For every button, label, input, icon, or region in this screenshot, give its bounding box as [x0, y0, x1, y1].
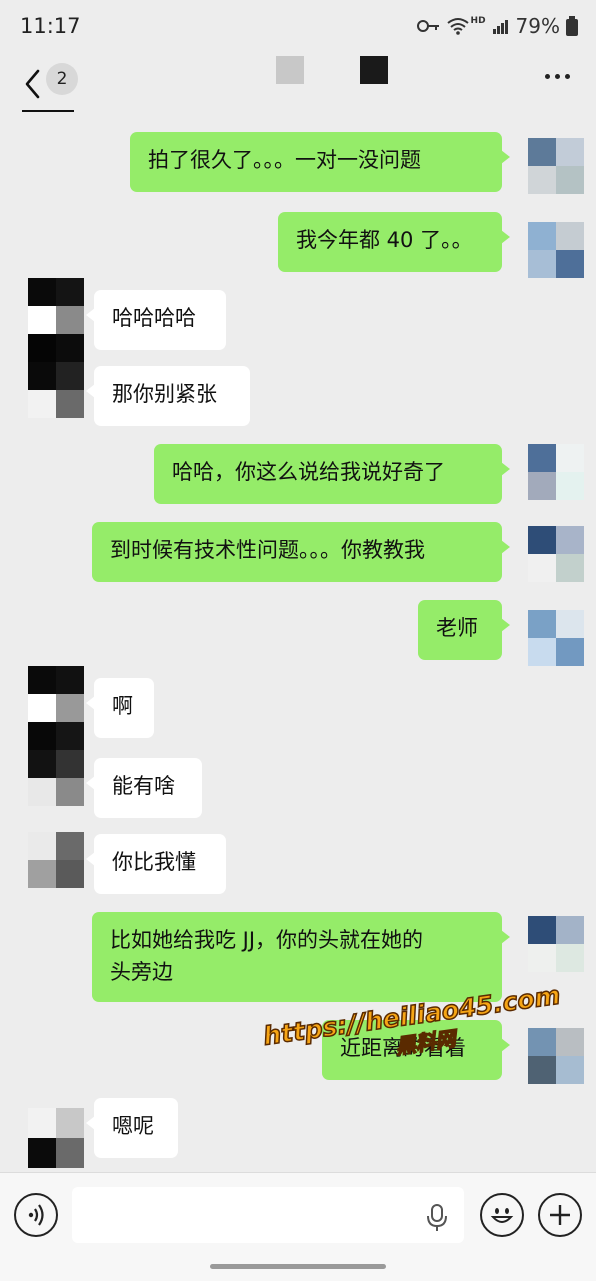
message-text: 那你别紧张	[112, 382, 217, 406]
emoji-icon[interactable]	[480, 1193, 524, 1237]
header-divider	[22, 110, 74, 112]
contact-avatar[interactable]	[28, 666, 84, 806]
message-input[interactable]	[72, 1187, 464, 1243]
chat-title-redacted	[276, 56, 304, 84]
message-bubble-received[interactable]: 能有啥	[86, 758, 202, 818]
unread-count-badge[interactable]: 2	[46, 63, 78, 95]
message-bubble-received[interactable]: 那你别紧张	[86, 366, 250, 426]
message-bubble-sent[interactable]: 拍了很久了。。。一对一没问题	[130, 132, 510, 192]
my-avatar[interactable]	[528, 526, 584, 582]
message-bubble-received[interactable]: 啊	[86, 678, 154, 738]
battery-percent: 79%	[515, 14, 560, 38]
status-bar: 11:17 HD 79%	[0, 0, 596, 56]
my-avatar[interactable]	[528, 444, 584, 500]
message-text: 你比我懂	[112, 850, 196, 874]
message-bubble-sent[interactable]: 比如她给我吃 JJ，你的头就在她的 头旁边	[92, 912, 510, 1002]
message-text-line2: 头旁边	[110, 960, 173, 984]
contact-avatar[interactable]	[28, 278, 84, 418]
message-bubble-sent[interactable]: 老师	[418, 600, 510, 660]
signal-icon	[492, 20, 508, 34]
message-text-line1: 比如她给我吃 JJ，你的头就在她的	[110, 928, 424, 952]
plus-icon[interactable]	[538, 1193, 582, 1237]
my-avatar[interactable]	[528, 610, 584, 666]
chat-header: 2	[0, 56, 596, 112]
key-icon	[416, 20, 439, 32]
battery-icon	[566, 16, 578, 36]
more-dots-icon[interactable]	[545, 74, 570, 79]
message-list[interactable]: 拍了很久了。。。一对一没问题 我今年都 40 了。。 哈哈哈哈 那你别紧张 哈哈…	[0, 118, 596, 1172]
message-text: 哈哈，你这么说给我说好奇了	[172, 460, 445, 484]
smiley-face-icon	[490, 1208, 514, 1223]
contact-avatar[interactable]	[28, 1108, 84, 1168]
message-bubble-sent[interactable]: 哈哈，你这么说给我说好奇了	[154, 444, 510, 504]
network-tag: HD	[470, 16, 486, 26]
plus-sign-icon	[550, 1205, 570, 1225]
voice-waves-icon	[28, 1204, 44, 1226]
message-text: 到时候有技术性问题。。。你教教我	[110, 538, 425, 562]
message-bubble-received[interactable]: 你比我懂	[86, 834, 226, 894]
message-text: 近距离的看着	[340, 1036, 466, 1060]
message-text: 哈哈哈哈	[112, 306, 196, 330]
contact-avatar[interactable]	[28, 832, 84, 888]
status-icons: HD 79%	[416, 14, 578, 38]
message-text: 能有啥	[112, 774, 175, 798]
home-indicator[interactable]	[210, 1264, 386, 1269]
my-avatar[interactable]	[528, 1028, 584, 1084]
my-avatar[interactable]	[528, 138, 584, 194]
status-time: 11:17	[20, 14, 81, 38]
my-avatar[interactable]	[528, 222, 584, 278]
message-text: 我今年都 40 了。。	[296, 228, 473, 252]
message-bubble-received[interactable]: 嗯呢	[86, 1098, 178, 1158]
message-text: 老师	[436, 616, 478, 640]
voice-input-icon[interactable]	[14, 1193, 58, 1237]
chat-title-redacted	[360, 56, 388, 84]
message-text: 啊	[112, 694, 133, 718]
message-bubble-sent[interactable]: 到时候有技术性问题。。。你教教我	[92, 522, 510, 582]
microphone-icon[interactable]	[426, 1203, 448, 1233]
message-bubble-received[interactable]: 哈哈哈哈	[86, 290, 226, 350]
message-text: 拍了很久了。。。一对一没问题	[148, 148, 421, 172]
message-text: 嗯呢	[112, 1114, 154, 1138]
message-bubble-sent[interactable]: 我今年都 40 了。。	[278, 212, 510, 272]
my-avatar[interactable]	[528, 916, 584, 972]
wifi-icon	[446, 18, 469, 35]
message-bubble-sent[interactable]: 近距离的看着	[322, 1020, 510, 1080]
